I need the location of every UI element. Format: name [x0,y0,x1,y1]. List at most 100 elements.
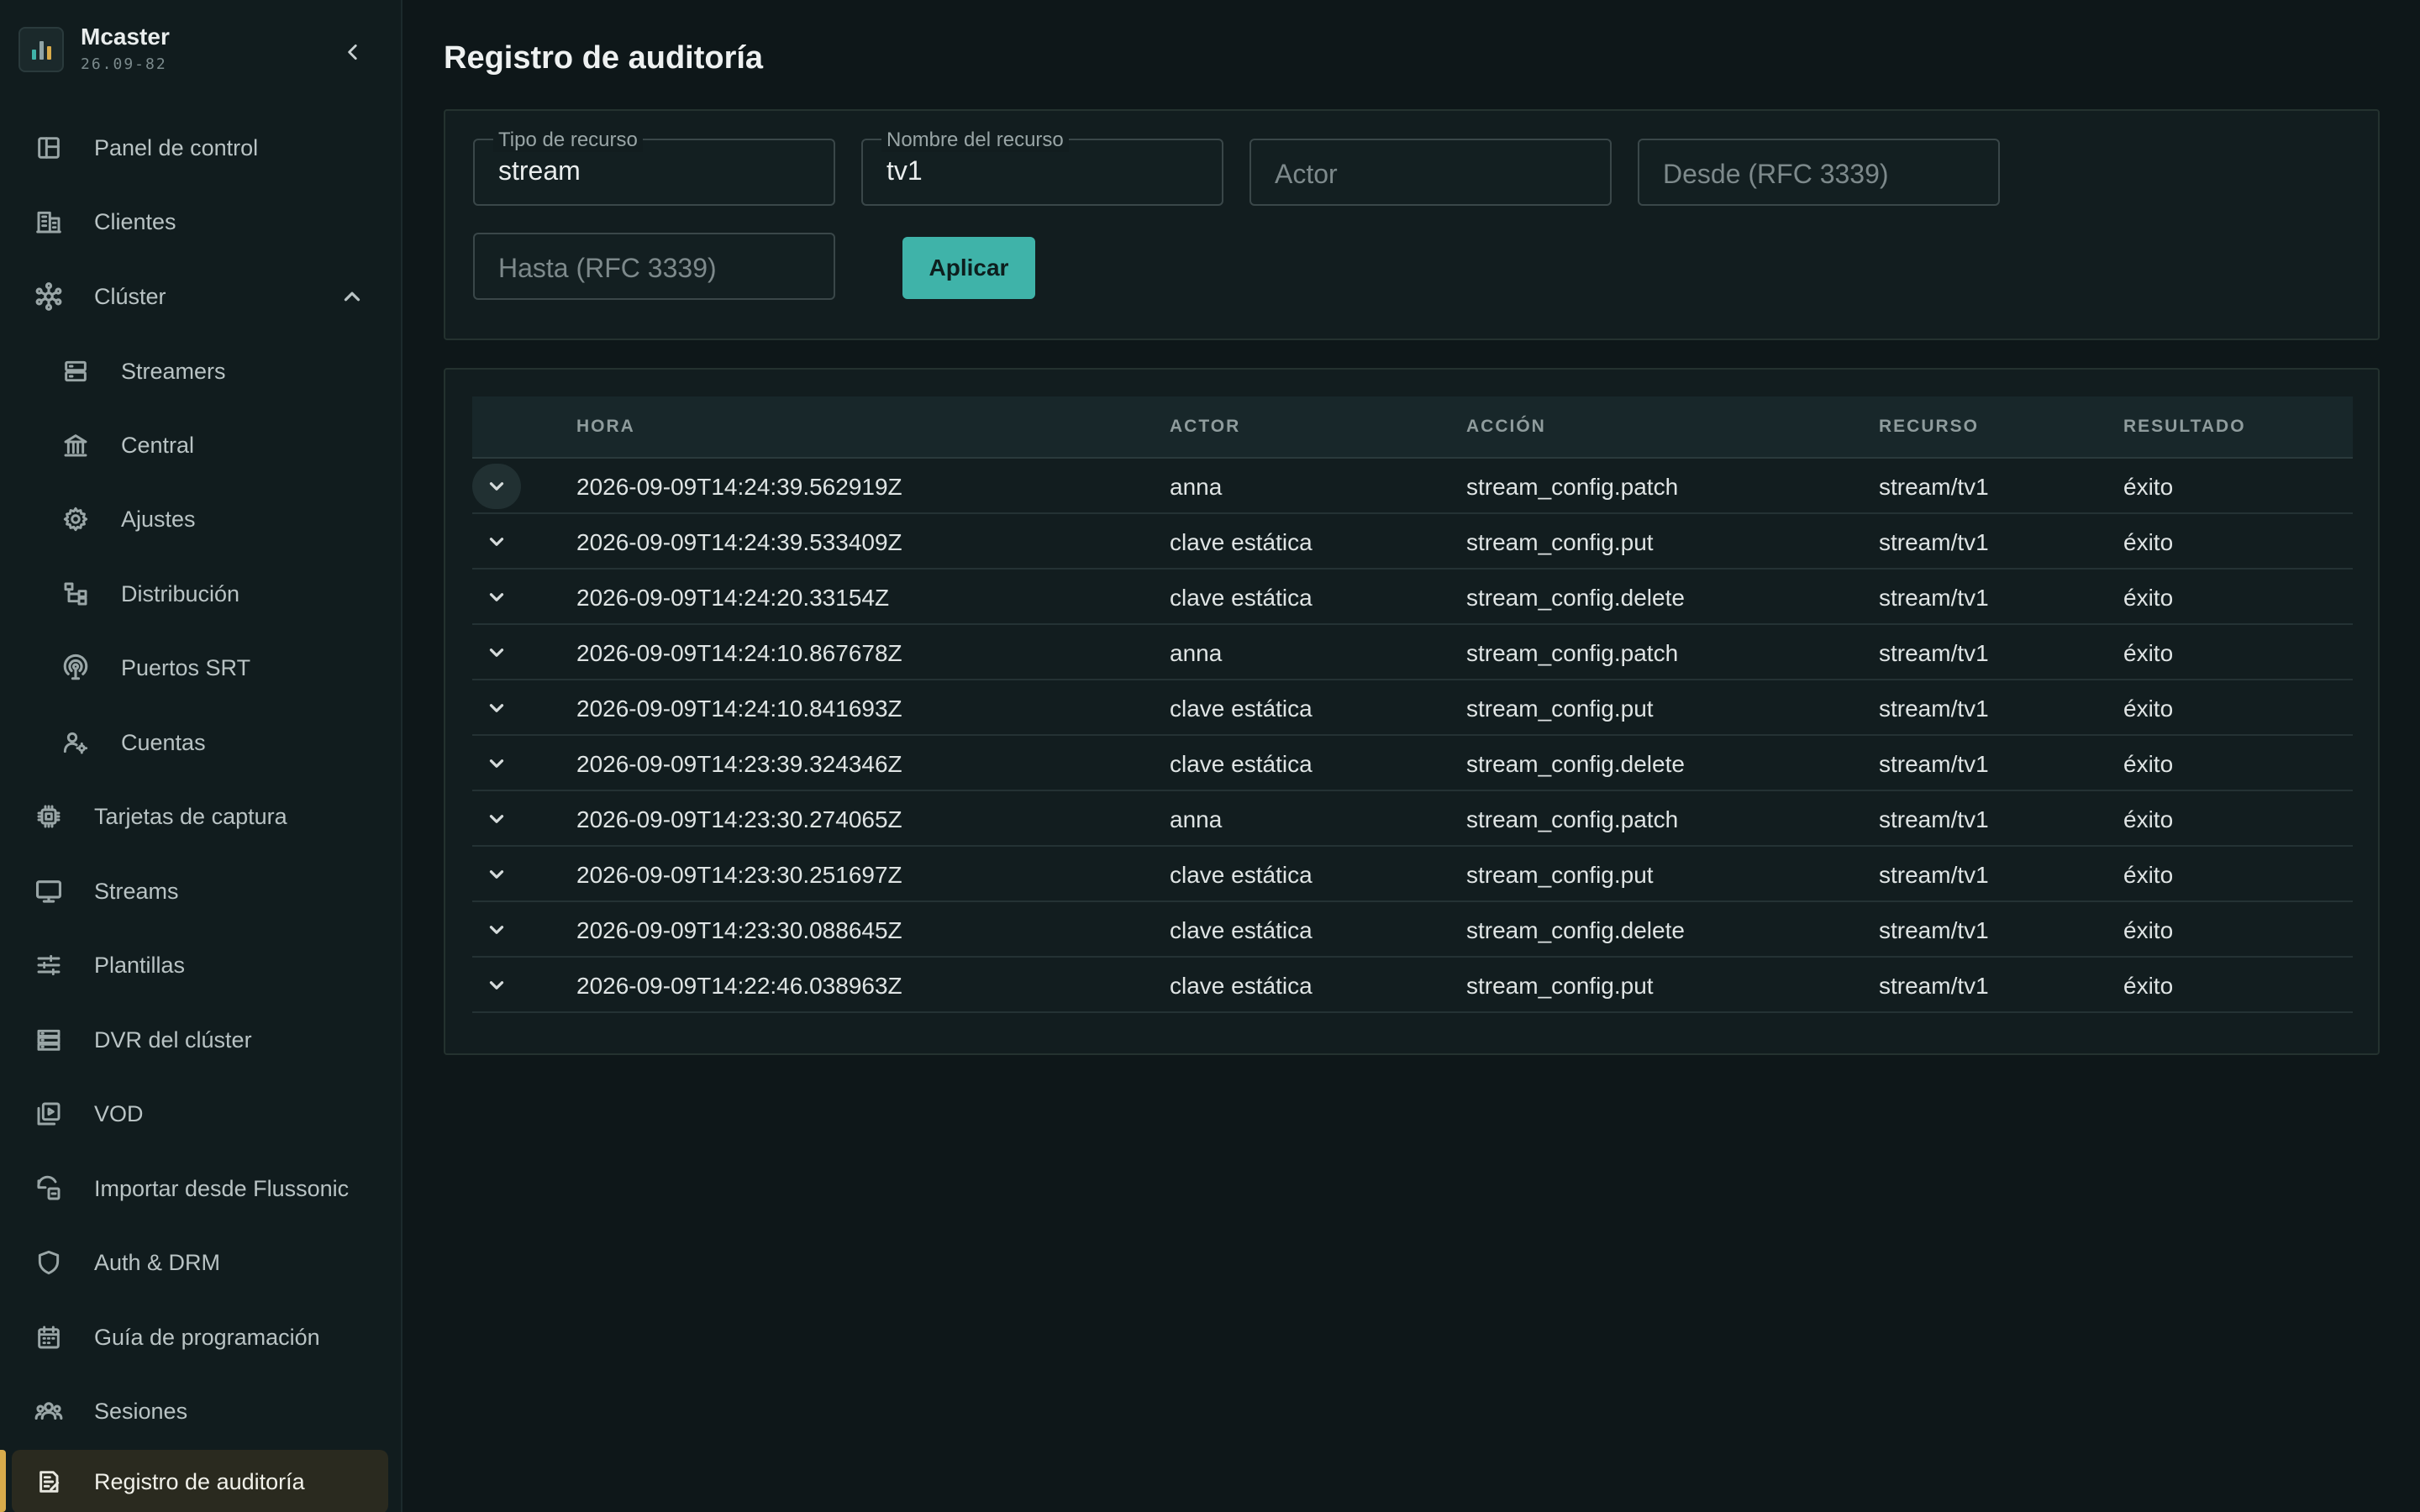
bank-icon [59,428,92,462]
sidebar-item-templates[interactable]: Plantillas [12,933,388,997]
cell-action: stream_config.put [1466,862,1654,888]
cell-time: 2026-09-09T14:24:39.533409Z [576,529,902,555]
expand-row-button[interactable] [472,519,521,564]
expand-row-button[interactable] [472,741,521,786]
column-header-action[interactable]: ACCIÓN [1466,417,1546,437]
expand-row-button[interactable] [472,575,521,620]
table-row[interactable]: 2026-09-09T14:24:39.562919Z anna stream_… [472,459,2353,514]
sidebar-item-label: Cuentas [121,729,206,755]
sidebar-item-cluster[interactable]: Clúster [12,265,388,328]
chevron-down-icon [489,648,504,657]
from-date-input[interactable]: Desde (RFC 3339) [1638,139,2000,206]
resource-type-value: stream [498,155,581,186]
chevron-down-icon [489,538,504,546]
cell-time: 2026-09-09T14:23:30.274065Z [576,806,902,832]
column-header-actor[interactable]: ACTOR [1170,417,1240,437]
sidebar-item-srt-ports[interactable]: Puertos SRT [12,636,388,700]
cell-resource: stream/tv1 [1879,751,1989,777]
main-content: Registro de auditoría Tipo de recurso st… [403,0,2420,1512]
brand[interactable]: Mcaster 26.09-82 [18,24,388,76]
table-row[interactable]: 2026-09-09T14:23:30.251697Z clave estáti… [472,847,2353,902]
to-date-input[interactable]: Hasta (RFC 3339) [473,233,835,300]
table-row[interactable]: 2026-09-09T14:24:10.867678Z anna stream_… [472,625,2353,680]
sidebar-item-settings[interactable]: Ajustes [12,487,388,551]
expand-row-button[interactable] [472,685,521,731]
sidebar-item-label: Registro de auditoría [94,1468,305,1494]
sidebar-item-label: Tarjetas de captura [94,803,287,829]
sidebar-item-capture-cards[interactable]: Tarjetas de captura [12,785,388,848]
sidebar-item-dashboard[interactable]: Panel de control [12,116,388,180]
expand-row-button[interactable] [472,464,521,509]
calendar-icon [32,1320,66,1354]
sidebar-item-vod[interactable]: VOD [12,1082,388,1146]
chevron-left-icon [348,45,357,60]
sidebar-item-accounts[interactable]: Cuentas [12,711,388,774]
chevron-down-icon [489,870,504,879]
antenna-icon [59,651,92,685]
sidebar-item-label: Clúster [94,283,166,309]
table-row[interactable]: 2026-09-09T14:24:20.33154Z clave estátic… [472,570,2353,625]
dashboard-icon [32,131,66,165]
cell-time: 2026-09-09T14:24:10.867678Z [576,640,902,666]
apply-button[interactable]: Aplicar [902,237,1035,299]
column-header-time[interactable]: HORA [576,417,635,437]
chevron-down-icon [489,926,504,934]
table-row[interactable]: 2026-09-09T14:24:39.533409Z clave estáti… [472,514,2353,570]
chevron-down-icon [489,981,504,990]
cell-actor: clave estática [1170,529,1313,555]
from-date-placeholder: Desde (RFC 3339) [1663,159,1889,189]
chevron-down-icon [489,815,504,823]
resource-type-field[interactable]: Tipo de recurso stream [473,129,835,206]
sidebar-item-label: Sesiones [94,1398,188,1424]
cell-time: 2026-09-09T14:23:39.324346Z [576,751,902,777]
sidebar-item-sessions[interactable]: Sesiones [12,1379,388,1443]
expand-row-button[interactable] [472,907,521,953]
cell-resource: stream/tv1 [1879,474,1989,500]
cell-actor: anna [1170,474,1223,500]
cluster-icon [32,280,66,313]
resource-name-field[interactable]: Nombre del recurso tv1 [861,129,1223,206]
sidebar-item-label: Central [121,432,195,458]
cell-action: stream_config.patch [1466,640,1679,666]
sidebar-item-distribution[interactable]: Distribución [12,562,388,626]
app-logo-icon [18,27,64,72]
audit-table: HORA ACTOR ACCIÓN RECURSO RESULTADO 2026… [444,368,2380,1055]
table-row[interactable]: 2026-09-09T14:24:10.841693Z clave estáti… [472,680,2353,736]
expand-row-button[interactable] [472,852,521,897]
table-row[interactable]: 2026-09-09T14:23:30.088645Z clave estáti… [472,902,2353,958]
table-row[interactable]: 2026-09-09T14:22:46.038963Z clave estáti… [472,958,2353,1013]
sidebar-item-audit-log[interactable]: Registro de auditoría [12,1450,388,1512]
expand-row-button[interactable] [472,796,521,842]
column-header-resource[interactable]: RECURSO [1879,417,1979,437]
actor-input[interactable]: Actor [1249,139,1612,206]
cell-resource: stream/tv1 [1879,529,1989,555]
expand-row-button[interactable] [472,963,521,1008]
sidebar-item-streamers[interactable]: Streamers [12,339,388,403]
shield-icon [32,1246,66,1279]
sidebar-item-cluster-dvr[interactable]: DVR del clúster [12,1008,388,1072]
sidebar-item-program-guide[interactable]: Guía de programación [12,1305,388,1369]
server-icon [59,354,92,388]
cell-resource: stream/tv1 [1879,585,1989,611]
chevron-down-icon [489,704,504,712]
cell-result: éxito [2123,474,2174,500]
table-row[interactable]: 2026-09-09T14:23:39.324346Z clave estáti… [472,736,2353,791]
cell-action: stream_config.patch [1466,806,1679,832]
cell-resource: stream/tv1 [1879,640,1989,666]
collapse-sidebar-button[interactable] [334,34,371,71]
monitor-icon [32,874,66,908]
cell-resource: stream/tv1 [1879,973,1989,999]
sidebar-item-central[interactable]: Central [12,413,388,477]
cell-resource: stream/tv1 [1879,862,1989,888]
sidebar-item-import-flussonic[interactable]: Importar desde Flussonic [12,1157,388,1221]
sidebar-item-label: Guía de programación [94,1324,320,1350]
expand-row-button[interactable] [472,630,521,675]
sidebar-item-auth-drm[interactable]: Auth & DRM [12,1231,388,1294]
import-icon [32,1172,66,1205]
sidebar-item-label: VOD [94,1100,144,1126]
column-header-result[interactable]: RESULTADO [2123,417,2246,437]
sidebar-item-clients[interactable]: Clientes [12,190,388,254]
table-row[interactable]: 2026-09-09T14:23:30.274065Z anna stream_… [472,791,2353,847]
cell-action: stream_config.delete [1466,917,1685,943]
sidebar-item-streams[interactable]: Streams [12,859,388,923]
